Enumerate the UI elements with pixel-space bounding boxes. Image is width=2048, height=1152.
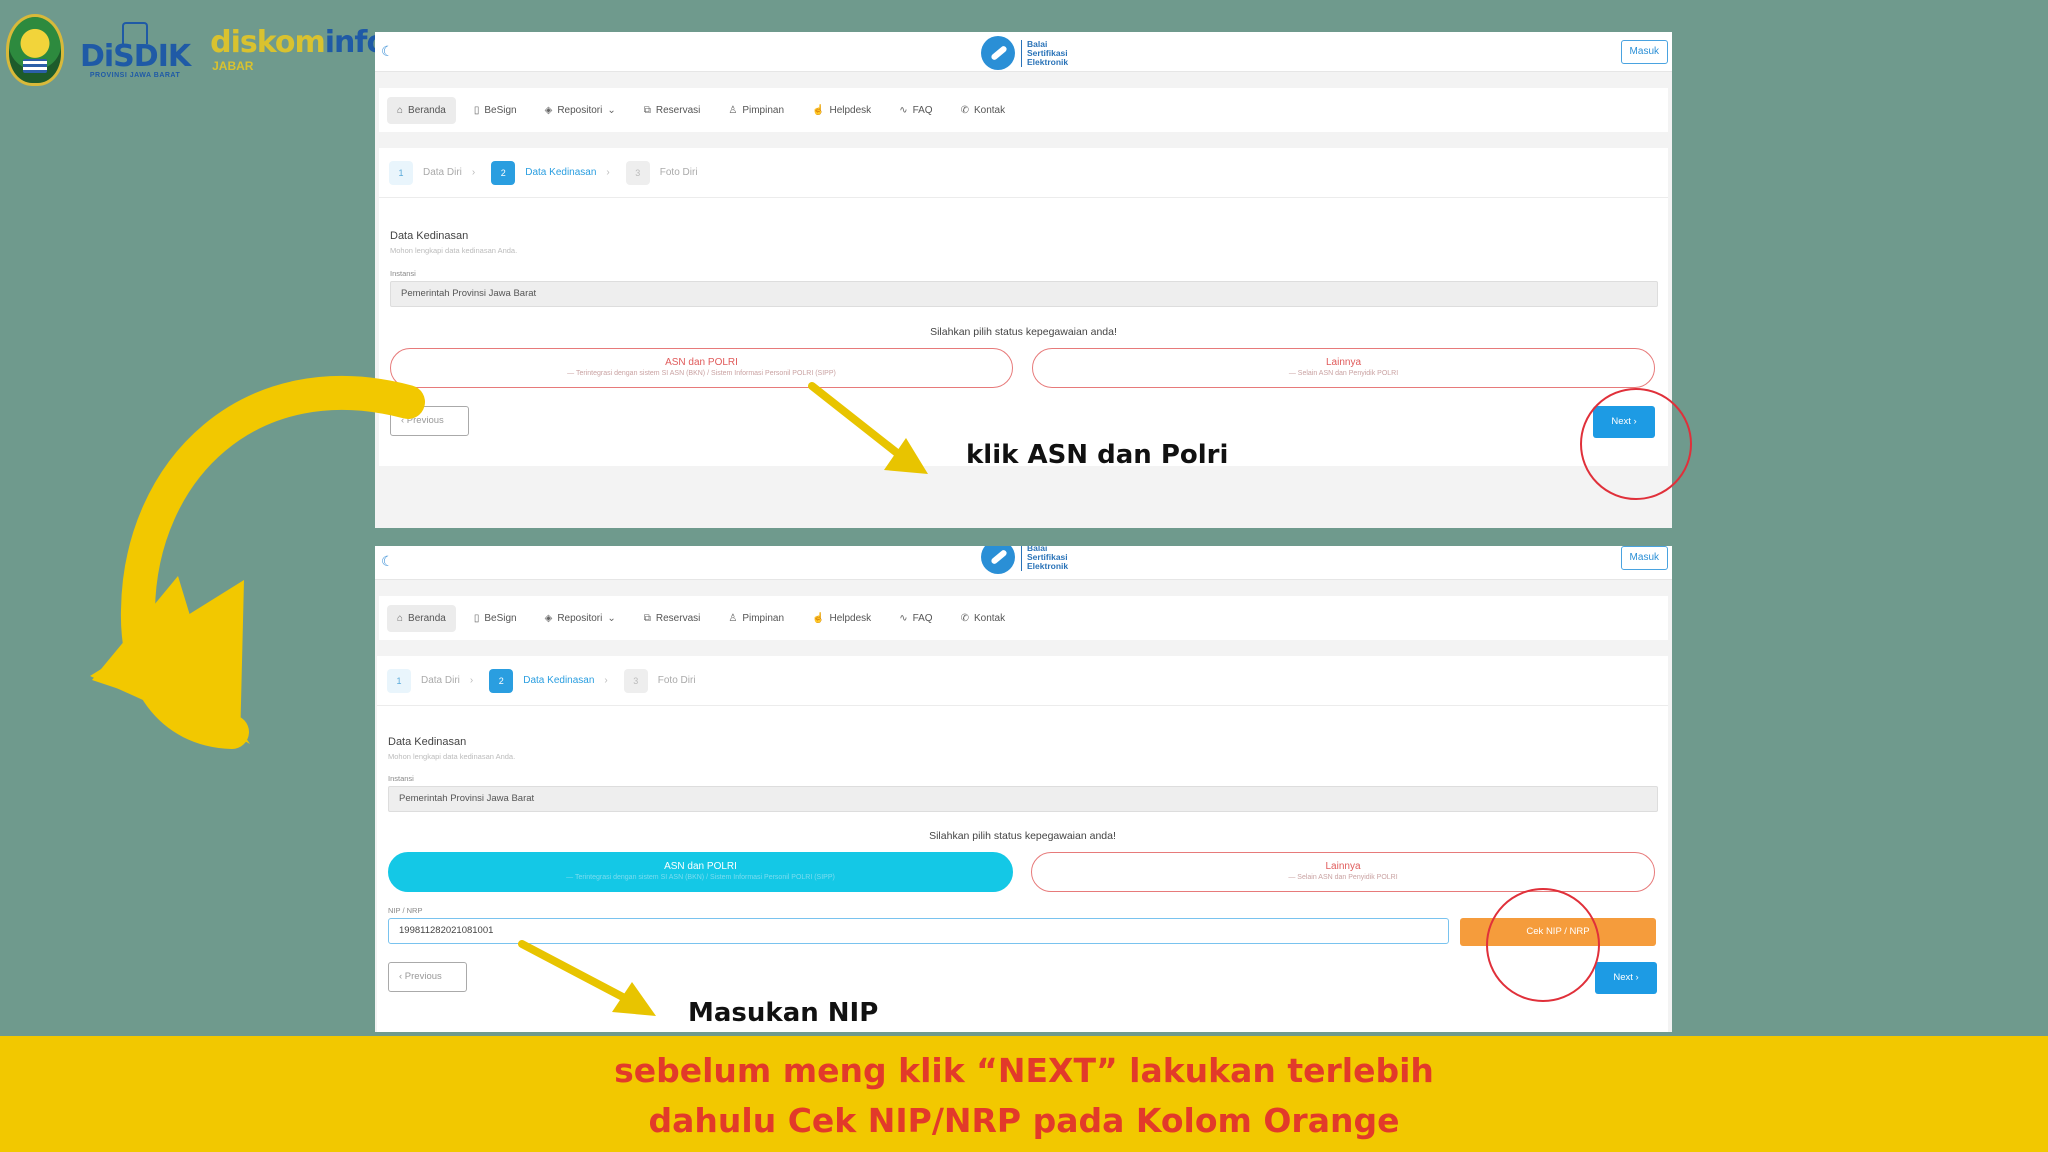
highlight-circle-next: [1580, 388, 1692, 500]
annotation-click-asn: klik ASN dan Polri: [966, 440, 1229, 470]
instruction-line-2: dahulu Cek NIP/NRP pada Kolom Orange: [648, 1101, 1400, 1140]
small-arrow-bottom-shaft: [518, 940, 640, 1008]
instruction-banner: sebelum meng klik “NEXT” lakukan terlebi…: [0, 1036, 2048, 1152]
annotation-overlay: [90, 375, 928, 1016]
highlight-circle-cek-nip: [1486, 888, 1600, 1002]
annotation-enter-nip: Masukan NIP: [688, 998, 879, 1028]
small-arrow-top-shaft: [808, 382, 910, 464]
instruction-line-1: sebelum meng klik “NEXT” lakukan terlebi…: [614, 1051, 1434, 1090]
